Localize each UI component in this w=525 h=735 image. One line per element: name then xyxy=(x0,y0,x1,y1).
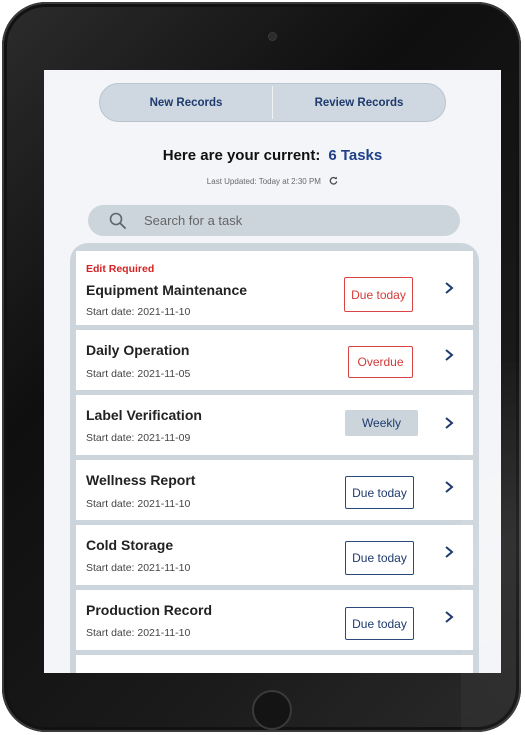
review-records-button[interactable]: Review Records xyxy=(273,84,445,121)
refresh-icon[interactable] xyxy=(329,176,338,188)
task-title: Equipment Maintenance xyxy=(86,282,248,298)
task-start-date: Start date: 2021-11-09 xyxy=(86,432,191,444)
app-screen: New Records Review Records Here are your… xyxy=(44,70,501,673)
search-bar[interactable]: Search for a task xyxy=(88,205,460,236)
task-list: Edit Required Equipment Maintenance Star… xyxy=(70,243,479,673)
task-start-date: Start date: 2021-11-10 xyxy=(86,627,191,639)
headline-text: Here are your current: xyxy=(162,147,321,164)
task-row[interactable]: Cold Storage Start date: 2021-11-10 Due … xyxy=(76,525,473,585)
records-segmented-control: New Records Review Records xyxy=(99,83,446,122)
task-count: 6 Tasks xyxy=(328,147,383,164)
status-badge: Due today xyxy=(344,277,413,312)
chevron-right-icon[interactable] xyxy=(443,610,455,624)
status-badge: Due today xyxy=(345,541,414,575)
chevron-right-icon[interactable] xyxy=(443,416,455,430)
task-start-date: Start date: 2021-11-10 xyxy=(86,306,191,318)
last-updated-row: Last Updated: Today at 2:30 PM xyxy=(44,176,501,188)
camera xyxy=(269,33,276,40)
task-title: Daily Operation xyxy=(86,342,190,358)
search-icon xyxy=(109,212,126,229)
task-title: Wellness Report xyxy=(86,472,196,488)
task-title: Production Record xyxy=(86,602,213,618)
task-start-date: Start date: 2021-11-10 xyxy=(86,498,191,510)
status-badge: Due today xyxy=(345,476,414,509)
home-button[interactable] xyxy=(252,690,292,730)
task-title: Label Verification xyxy=(86,407,202,423)
task-start-date: Start date: 2021-11-10 xyxy=(86,562,191,574)
task-row[interactable] xyxy=(76,655,473,673)
task-row[interactable]: Daily Operation Start date: 2021-11-05 O… xyxy=(76,330,473,390)
chevron-right-icon[interactable] xyxy=(443,545,455,559)
status-badge: Due today xyxy=(345,607,414,640)
new-records-button[interactable]: New Records xyxy=(100,84,272,121)
task-summary-headline: Here are your current: 6 Tasks xyxy=(44,147,501,164)
tablet-device: New Records Review Records Here are your… xyxy=(2,2,521,732)
task-row[interactable]: Edit Required Equipment Maintenance Star… xyxy=(76,251,473,325)
task-row[interactable]: Label Verification Start date: 2021-11-0… xyxy=(76,395,473,455)
task-title: Cold Storage xyxy=(86,537,174,553)
chevron-right-icon[interactable] xyxy=(443,480,455,494)
status-badge: Weekly xyxy=(345,410,418,436)
status-badge: Overdue xyxy=(348,346,413,378)
chevron-right-icon[interactable] xyxy=(443,348,455,362)
task-row[interactable]: Wellness Report Start date: 2021-11-10 D… xyxy=(76,460,473,520)
last-updated-text: Last Updated: Today at 2:30 PM xyxy=(206,177,321,187)
edit-required-tag: Edit Required xyxy=(86,263,155,275)
task-row[interactable]: Production Record Start date: 2021-11-10… xyxy=(76,590,473,650)
task-start-date: Start date: 2021-11-05 xyxy=(86,368,191,380)
search-input[interactable]: Search for a task xyxy=(144,213,242,228)
chevron-right-icon[interactable] xyxy=(443,281,455,295)
